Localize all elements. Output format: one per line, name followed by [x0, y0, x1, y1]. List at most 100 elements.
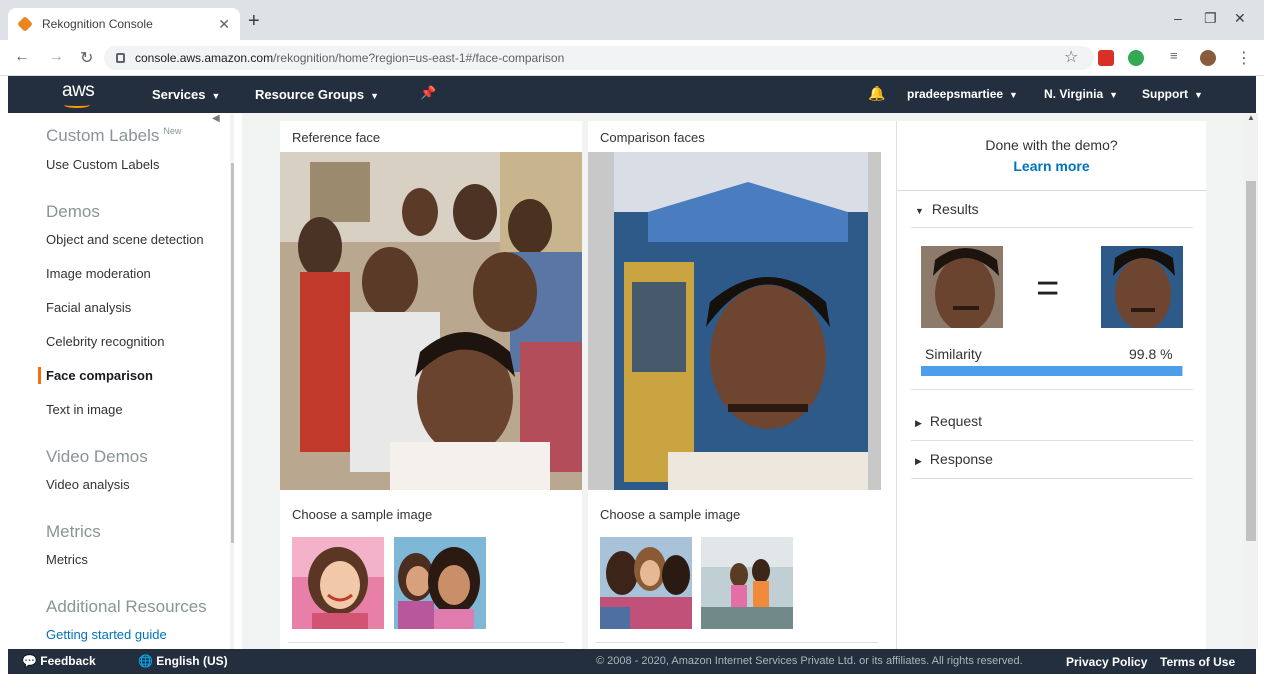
divider	[897, 190, 1207, 191]
new-tab-icon[interactable]: +	[248, 10, 260, 33]
results-panel: Done with the demo? Learn more ▼ Results …	[896, 121, 1207, 649]
chevron-down-icon: ▼	[1109, 90, 1119, 100]
divider	[288, 642, 564, 643]
terms-of-use-link[interactable]: Terms of Use	[1160, 655, 1235, 669]
sample-thumb-3	[600, 537, 692, 629]
menu-dots-icon[interactable]: ⋮	[1236, 48, 1252, 68]
globe-icon: 🌐	[138, 654, 157, 668]
tab-close-icon[interactable]: ✕	[218, 16, 230, 33]
browser-tab[interactable]: Rekognition Console ✕	[8, 8, 240, 40]
sidebar-item-face-comparison[interactable]: Face comparison	[46, 368, 153, 383]
demos-heading: Demos	[46, 202, 100, 221]
sample-image-two-girls[interactable]	[394, 537, 486, 629]
sidebar-scroll-thumb[interactable]	[231, 163, 234, 543]
comparison-faces-label: Comparison faces	[600, 130, 705, 145]
chevron-down-icon: ▼	[211, 91, 221, 101]
response-heading: Response	[929, 451, 993, 467]
equals-sign: =	[1036, 266, 1060, 310]
aws-logo[interactable]: aws	[62, 80, 95, 108]
sample-image-mall-girls[interactable]	[701, 537, 793, 629]
url-field[interactable]: console.aws.amazon.com/rekognition/home?…	[104, 46, 1094, 70]
main-scroll-thumb[interactable]	[1246, 181, 1256, 541]
sidebar-item-object-scene[interactable]: Object and scene detection	[46, 232, 204, 247]
bookmark-star-icon[interactable]: ☆	[1064, 47, 1078, 67]
minimize-icon[interactable]: –	[1174, 10, 1182, 26]
request-heading: Request	[929, 413, 983, 429]
main-scrollbar[interactable]: ▲	[1244, 113, 1258, 649]
sidebar-item-metrics[interactable]: Metrics	[46, 552, 88, 567]
profile-avatar[interactable]	[1200, 50, 1216, 66]
playlist-icon[interactable]: ≡	[1170, 48, 1178, 63]
learn-more-link[interactable]: Learn more	[897, 158, 1206, 174]
scroll-up-icon[interactable]: ▲	[1247, 113, 1255, 122]
divider	[911, 440, 1193, 441]
lock-icon	[116, 53, 125, 63]
feedback-button[interactable]: 💬 Feedback	[22, 654, 96, 668]
matched-face-reference	[921, 246, 1003, 328]
language-label: English (US)	[156, 654, 228, 668]
custom-labels-heading: Custom Labels New	[46, 126, 181, 146]
extension-icon[interactable]	[1098, 50, 1114, 66]
rekognition-favicon-icon	[17, 16, 33, 32]
collapse-sidebar-icon[interactable]: ◀	[212, 113, 220, 124]
sidebar-item-text-in-image[interactable]: Text in image	[46, 402, 123, 417]
reference-sample-label: Choose a sample image	[292, 507, 433, 522]
additional-resources-heading: Additional Resources	[46, 597, 207, 616]
single-selfie-image	[588, 152, 881, 490]
sidebar: Custom Labels New Use Custom Labels Demos…	[8, 113, 234, 649]
results-heading: Results	[931, 201, 979, 217]
sidebar-item-video-analysis[interactable]: Video analysis	[46, 477, 130, 492]
comparison-panel: Comparison faces Choose a sample image	[588, 121, 896, 649]
request-section-toggle[interactable]: ▶ Request	[915, 413, 982, 429]
video-demos-heading: Video Demos	[46, 447, 148, 466]
sidebar-item-use-custom-labels[interactable]: Use Custom Labels	[46, 157, 159, 172]
region-menu[interactable]: N. Virginia ▼	[1044, 87, 1118, 101]
divider	[911, 478, 1193, 479]
matched-face-comparison	[1101, 246, 1183, 328]
user-menu[interactable]: pradeepsmartiee ▼	[907, 87, 1018, 101]
divider	[911, 389, 1193, 390]
reload-icon[interactable]: ↻	[80, 48, 93, 68]
reference-image[interactable]	[280, 152, 582, 490]
language-selector[interactable]: 🌐 English (US)	[138, 654, 228, 668]
extension-icon[interactable]	[1128, 50, 1144, 66]
sidebar-item-image-moderation[interactable]: Image moderation	[46, 266, 151, 281]
chevron-down-icon: ▼	[370, 91, 380, 101]
caret-down-icon: ▼	[915, 206, 924, 216]
aws-top-nav: aws Services ▼ Resource Groups ▼ 📌 🔔 prade…	[8, 76, 1256, 113]
similarity-bar	[921, 366, 1183, 376]
reference-face-label: Reference face	[292, 130, 381, 145]
sidebar-item-getting-started[interactable]: Getting started guide	[46, 627, 167, 642]
custom-labels-heading-text: Custom Labels	[46, 126, 160, 145]
sample-thumb-4	[701, 537, 793, 629]
user-name: pradeepsmartiee	[907, 87, 1004, 101]
sidebar-scrollbar[interactable]	[230, 113, 234, 649]
support-menu[interactable]: Support ▼	[1142, 87, 1203, 101]
resource-groups-label: Resource Groups	[255, 87, 365, 102]
privacy-policy-link[interactable]: Privacy Policy	[1066, 655, 1147, 669]
tab-title: Rekognition Console	[42, 17, 153, 31]
sample-thumb-2	[394, 537, 486, 629]
response-section-toggle[interactable]: ▶ Response	[915, 451, 993, 467]
support-label: Support	[1142, 87, 1188, 101]
address-bar-row: ← → ↻ console.aws.amazon.com/rekognition…	[0, 40, 1264, 76]
comparison-image[interactable]	[588, 152, 881, 490]
divider	[911, 227, 1193, 228]
comparison-sample-label: Choose a sample image	[600, 507, 741, 522]
bell-icon[interactable]: 🔔	[868, 85, 885, 102]
resource-groups-menu[interactable]: Resource Groups ▼	[255, 87, 379, 102]
face-crop-1	[921, 246, 1003, 328]
browser-tab-strip: Rekognition Console ✕ + – ❐ ✕	[0, 0, 1264, 40]
back-icon[interactable]: ←	[14, 48, 30, 66]
restore-icon[interactable]: ❐	[1204, 10, 1217, 27]
sample-image-friends-phone[interactable]	[600, 537, 692, 629]
sample-image-girl-smiling[interactable]	[292, 537, 384, 629]
results-section-toggle[interactable]: ▼ Results	[915, 201, 979, 217]
services-label: Services	[152, 87, 206, 102]
pin-icon[interactable]: 📌	[420, 85, 436, 101]
window-close-icon[interactable]: ✕	[1234, 10, 1246, 27]
sidebar-item-celebrity-recognition[interactable]: Celebrity recognition	[46, 334, 165, 349]
services-menu[interactable]: Services ▼	[152, 87, 220, 102]
forward-icon[interactable]: →	[48, 48, 64, 66]
sidebar-item-facial-analysis[interactable]: Facial analysis	[46, 300, 131, 315]
